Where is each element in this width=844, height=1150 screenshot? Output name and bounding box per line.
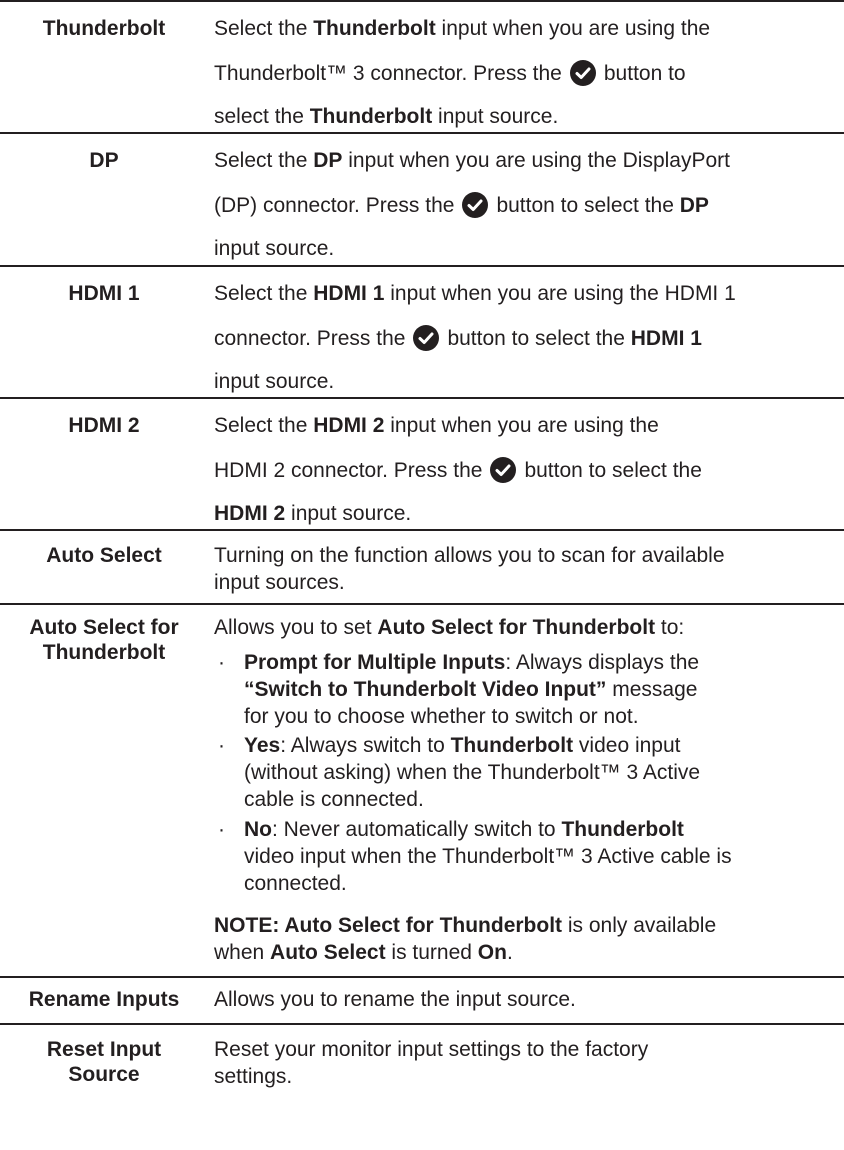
- row-term: HDMI 1: [68, 282, 140, 305]
- row-term: Auto Select for Thunderbolt: [29, 616, 179, 664]
- row-term: HDMI 2: [68, 414, 140, 437]
- row-term: Thunderbolt: [42, 17, 166, 40]
- row-term: Rename Inputs: [28, 988, 180, 1011]
- note: NOTE: Auto Select for Thunderbolt is onl…: [214, 914, 717, 937]
- row-term: DP: [89, 149, 119, 172]
- table-rule: [0, 1023, 844, 1025]
- table-rule: [0, 265, 844, 267]
- row-term: Auto Select: [46, 544, 162, 567]
- check-circle-icon: [462, 192, 489, 218]
- table-rule: [0, 0, 844, 2]
- check-circle-icon: [569, 60, 596, 86]
- check-circle-icon: [413, 325, 440, 351]
- check-circle-icon: [490, 457, 517, 483]
- table-rule: [0, 132, 844, 134]
- table-rule: [0, 397, 844, 399]
- table-rule: [0, 603, 844, 605]
- row-term: Reset Input Source: [46, 1038, 162, 1086]
- table-rule: [0, 529, 844, 531]
- table-rule: [0, 976, 844, 978]
